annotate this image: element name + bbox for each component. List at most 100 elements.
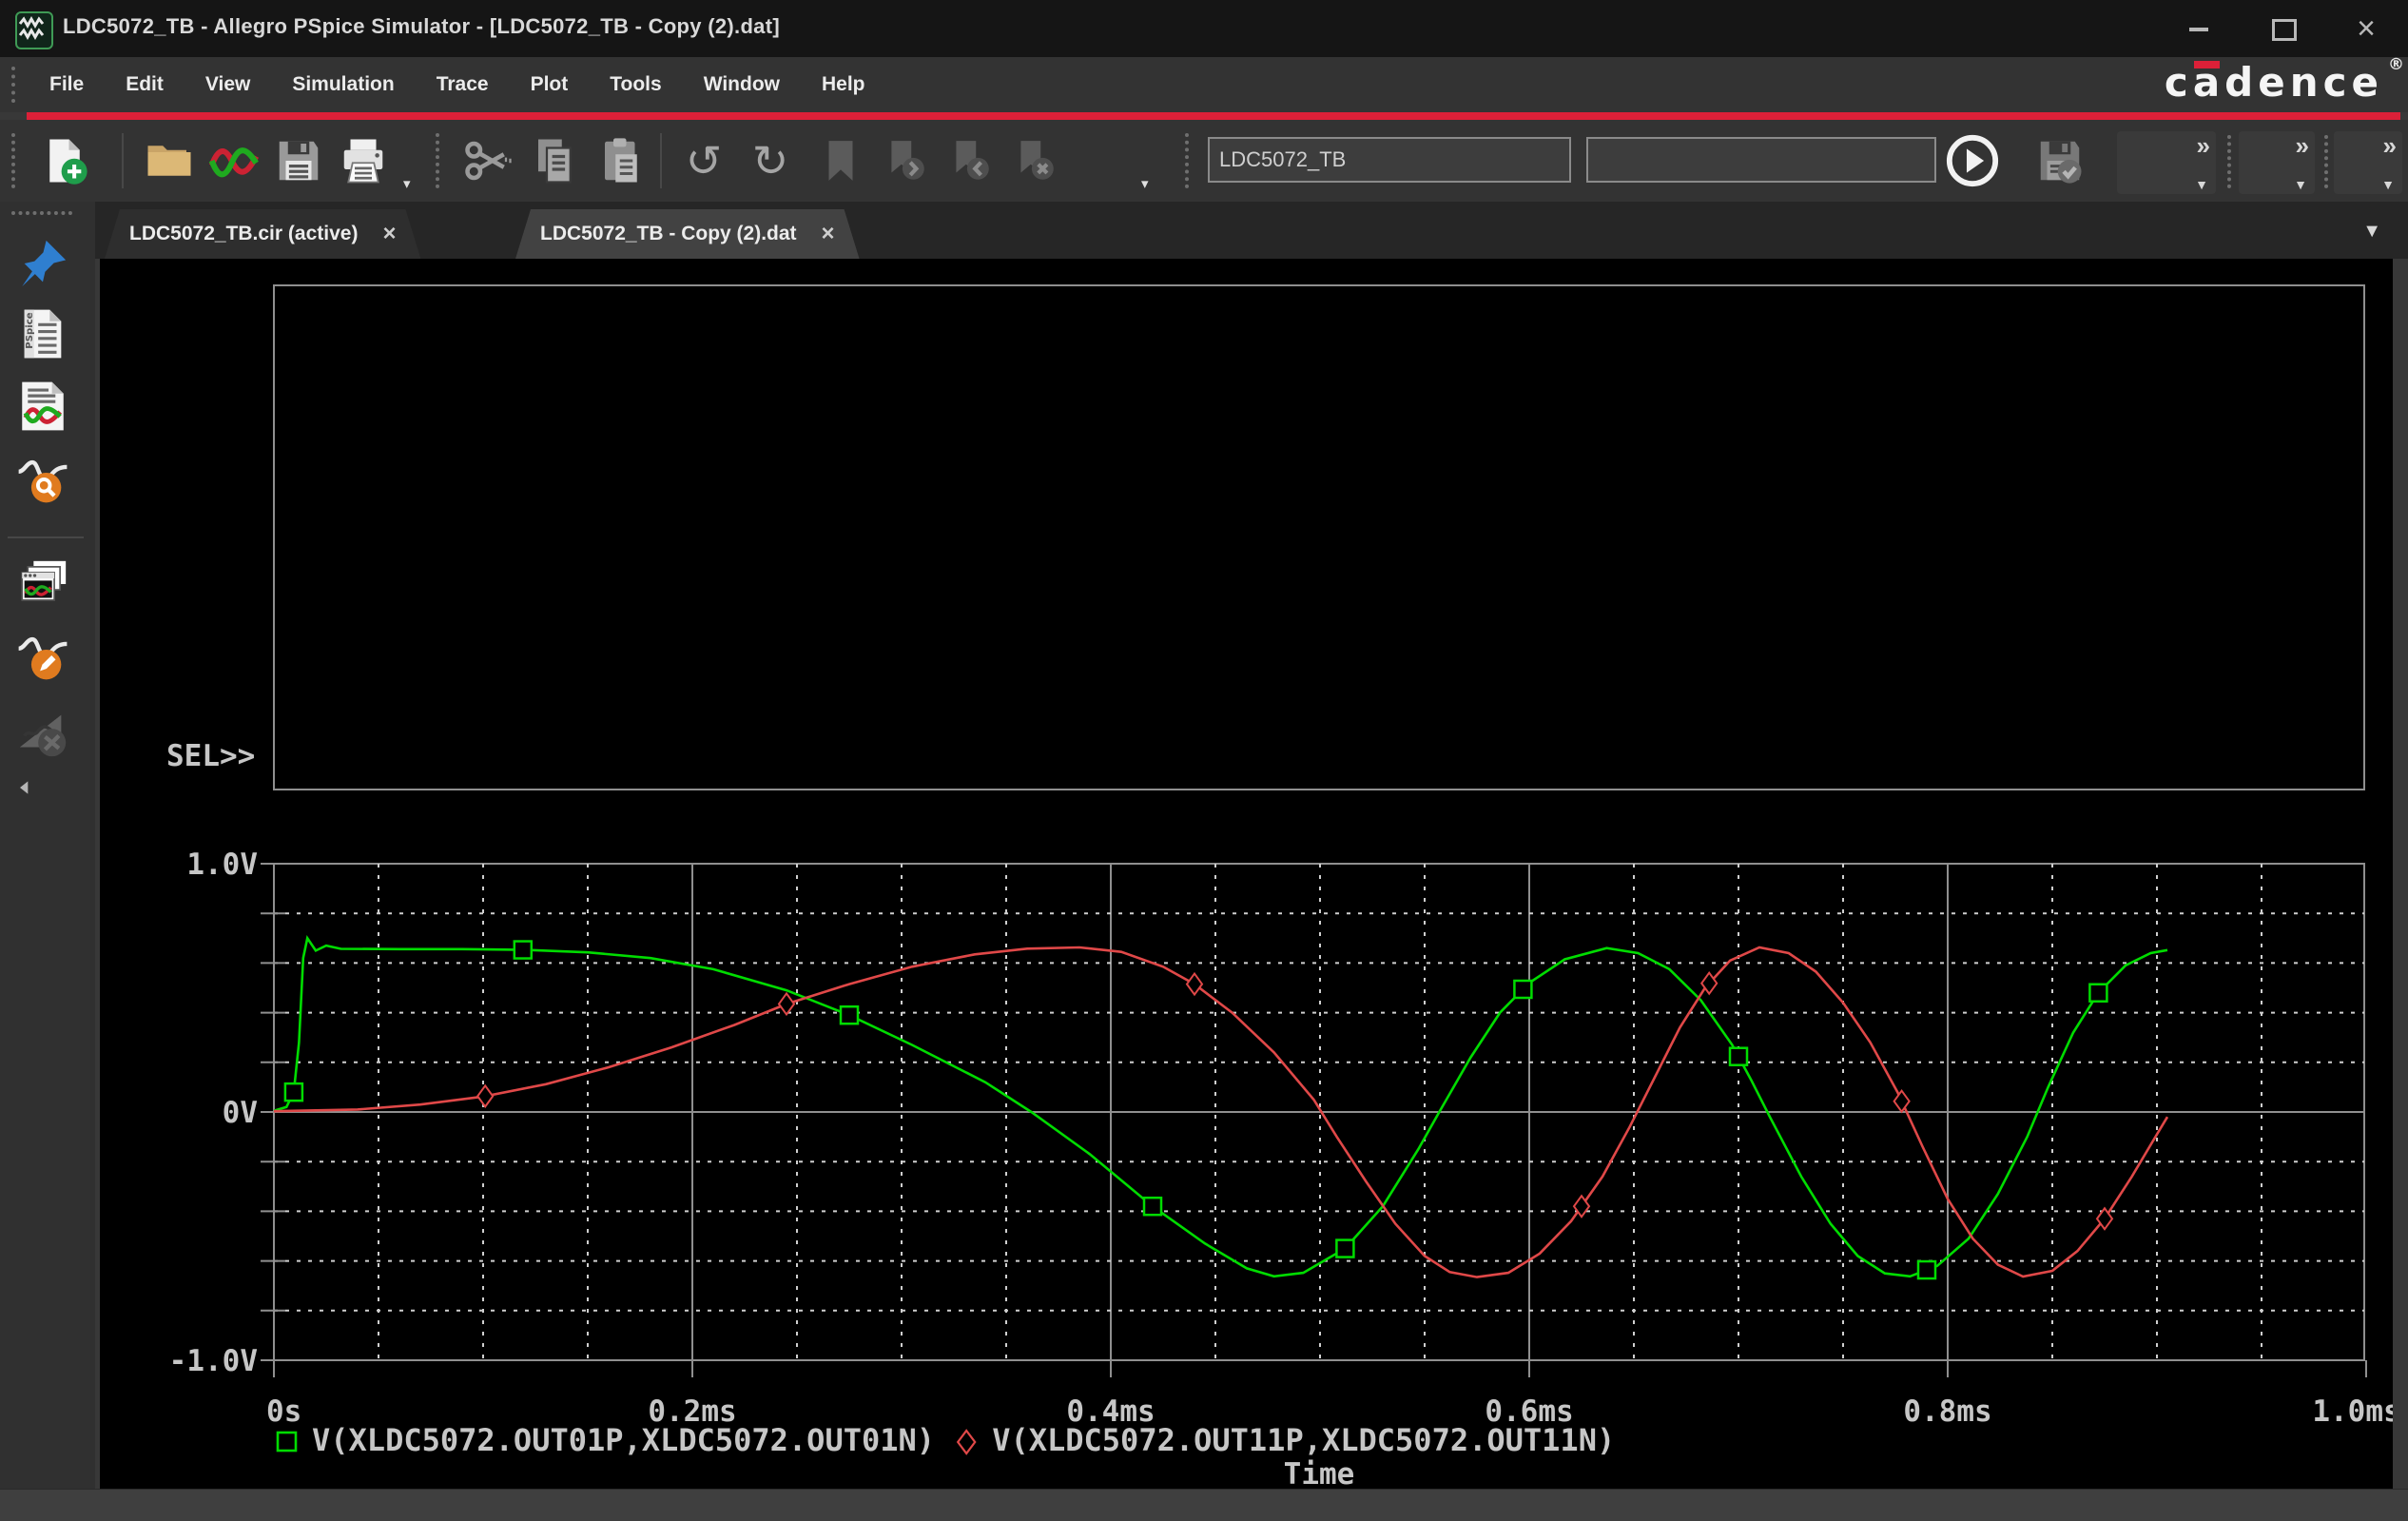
toolbar-overflow-group: » ▼ [2334,131,2402,194]
overflow-chevron[interactable]: » [2197,131,2210,161]
tab-circuit-file[interactable]: LDC5072_TB.cir (active) × [105,209,420,259]
new-file-button[interactable] [34,130,95,191]
svg-text:0V: 0V [223,1096,258,1130]
menu-plot[interactable]: Plot [510,73,590,96]
tab-close-icon[interactable]: × [822,221,835,247]
dock-collapse-arrow[interactable] [15,778,72,801]
play-icon [1945,133,2000,188]
menu-help[interactable]: Help [801,73,886,96]
left-dock: PSpice [0,202,95,1489]
save-results-button[interactable] [2029,130,2090,191]
probe-plot-window: 1.0V0V-1.0V0s0.2ms0.4ms0.6ms0.8ms1.0msV(… [100,259,2393,1489]
toolbar: ▾ ↺ ↻ [0,120,2408,202]
menu-view[interactable]: View [184,73,271,96]
toggle-bookmark-button[interactable] [810,130,871,191]
menu-file[interactable]: File [29,73,105,96]
open-folder-icon [144,135,195,186]
waveform-document-icon [15,379,70,434]
tab-list-dropdown[interactable]: ▼ [2362,221,2381,243]
toolbar-grip[interactable] [1185,133,1189,188]
open-button[interactable] [139,130,200,191]
minimize-button[interactable] [2170,8,2227,49]
toolbar-grip[interactable] [11,133,15,188]
view-netlist-button[interactable]: PSpice [15,306,72,363]
svg-text:PSpice: PSpice [25,312,35,348]
print-group-dropdown[interactable]: ▾ [403,175,411,192]
svg-text:0.8ms: 0.8ms [1903,1394,1991,1429]
menubar-grip[interactable] [11,67,15,103]
bookmark-next-icon [882,137,929,185]
menu-tools[interactable]: Tools [589,73,682,96]
previous-bookmark-button[interactable] [940,130,1000,191]
undo-button[interactable]: ↺ [673,130,734,191]
svg-text:V(XLDC5072.OUT01P,XLDC5072.OUT: V(XLDC5072.OUT01P,XLDC5072.OUT01N) [312,1422,935,1458]
save-button[interactable] [268,130,329,191]
toolbar-grip[interactable] [436,133,439,188]
bookmark-previous-icon [946,137,994,185]
copy-button[interactable] [525,130,586,191]
cut-scissors-icon [463,135,515,186]
maximize-button[interactable] [2256,8,2313,49]
toolbar-grip[interactable] [2324,135,2328,188]
simulation-profile-input[interactable] [1208,137,1571,183]
pushpin-icon [15,236,70,291]
svg-text:SEL>>: SEL>> [166,739,255,773]
dock-grip[interactable] [11,211,72,215]
svg-text:Time: Time [1284,1457,1355,1489]
dock-separator [8,536,84,538]
open-waveform-button[interactable] [204,130,264,191]
svg-text:-1.0V: -1.0V [169,1344,258,1378]
cut-button[interactable] [458,130,519,191]
overflow-dropdown[interactable]: ▼ [2195,177,2208,192]
app-waveform-icon [15,11,53,49]
toolbar-overflow-group: » ▼ [2117,131,2216,194]
menu-simulation[interactable]: Simulation [271,73,415,96]
svg-text:1.0ms: 1.0ms [2312,1394,2393,1429]
overflow-chevron[interactable]: » [2296,131,2309,161]
paste-button[interactable] [592,130,652,191]
plot-canvas[interactable]: 1.0V0V-1.0V0s0.2ms0.4ms0.6ms0.8ms1.0msV(… [100,259,2393,1489]
titlebar: LDC5072_TB - Allegro PSpice Simulator - … [0,0,2408,57]
trace-edit-icon [15,628,70,683]
menu-edit[interactable]: Edit [105,73,184,96]
clear-bookmarks-button[interactable] [1004,130,1065,191]
menubar: File Edit View Simulation Trace Plot Too… [0,57,2408,112]
copy-icon [530,135,581,186]
tab-dat-file[interactable]: LDC5072_TB - Copy (2).dat × [515,209,860,259]
new-file-icon [39,135,90,186]
menu-window[interactable]: Window [683,73,801,96]
close-button[interactable]: × [2338,8,2395,49]
performance-analysis-button[interactable] [15,706,72,763]
toolbar-separator [122,133,124,188]
overflow-chevron[interactable]: » [2383,131,2397,161]
save-check-icon [2034,135,2086,186]
waveform-icon [207,137,261,185]
cadence-macron [2194,61,2220,68]
plot-windows-stack-icon [15,556,70,612]
statusbar [0,1489,2408,1521]
view-simulation-results-button[interactable] [15,379,72,436]
bookmark-delete-icon [1011,137,1058,185]
next-bookmark-button[interactable] [875,130,936,191]
trace-search-icon [15,451,70,506]
main-area: PSpice [0,202,2408,1489]
svg-text:1.0V: 1.0V [186,848,258,882]
toolbar-grip[interactable] [2227,135,2231,188]
print-button[interactable] [333,130,394,191]
edit-trace-button[interactable] [15,628,72,685]
redo-button[interactable]: ↻ [740,130,801,191]
run-simulation-button[interactable] [1942,130,2003,191]
bookmark-group-dropdown[interactable]: ▾ [1141,175,1149,192]
window-display-manager-button[interactable] [15,556,72,614]
paste-icon [596,135,648,186]
toolbar-separator [660,133,662,188]
run-time-input[interactable] [1586,137,1936,183]
menu-trace[interactable]: Trace [416,73,510,96]
bookmark-icon [817,137,864,185]
examine-trace-button[interactable] [15,451,72,508]
pin-toolbar-button[interactable] [15,236,72,293]
overflow-dropdown[interactable]: ▼ [2294,177,2307,192]
overflow-dropdown[interactable]: ▼ [2381,177,2395,192]
tab-close-icon[interactable]: × [382,221,396,247]
toolbar-overflow-group: » ▼ [2239,131,2315,194]
